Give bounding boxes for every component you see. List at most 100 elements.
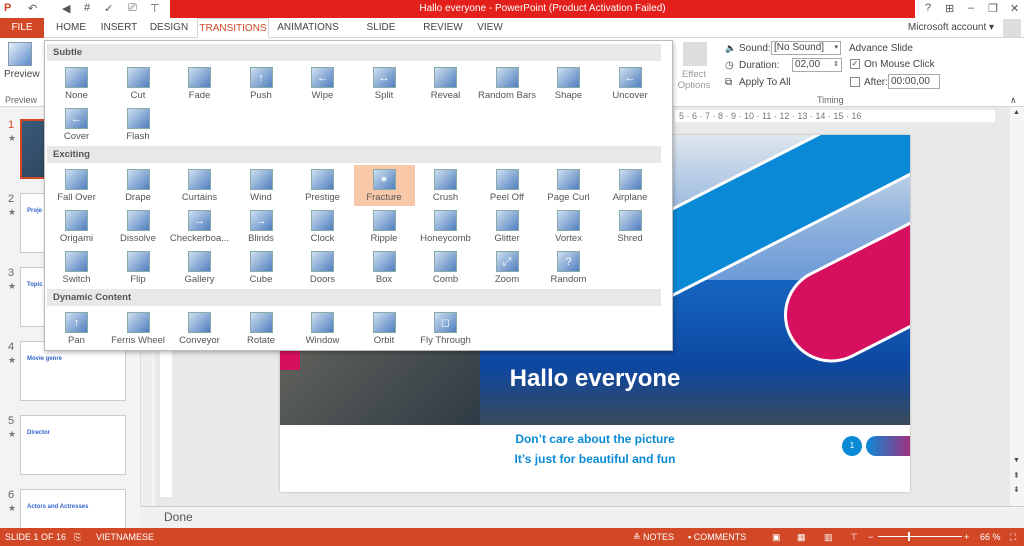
transition-clock[interactable]: Clock [292, 206, 353, 247]
transition-window[interactable]: Window [292, 308, 353, 349]
collapse-ribbon-icon[interactable]: ∧ [1010, 95, 1017, 106]
transition-gallery[interactable]: Gallery [169, 247, 230, 288]
transition-uncover[interactable]: ← Uncover [600, 63, 661, 104]
transition-comb[interactable]: Comb [415, 247, 476, 288]
next-slide-icon[interactable]: ⇟ [1013, 485, 1020, 494]
notes-text[interactable]: Done [164, 510, 193, 524]
transition-ferris-wheel[interactable]: Ferris Wheel [108, 308, 169, 349]
apply-to-all-button[interactable]: Apply To All [739, 77, 791, 88]
normal-view-icon[interactable]: ▣ [772, 528, 781, 546]
notes-pane[interactable]: Done [140, 506, 1024, 528]
transition-blinds[interactable]: → Blinds [231, 206, 292, 247]
tab-slide-show[interactable]: SLIDE SHOW [350, 18, 412, 53]
touch-mode-icon[interactable]: # [84, 2, 90, 14]
vertical-scrollbar[interactable]: ▲ ▼ ⇞ ⇟ [1010, 107, 1024, 507]
transition-cut[interactable]: Cut [108, 63, 169, 104]
transition-vortex[interactable]: Vortex [538, 206, 599, 247]
tab-file[interactable]: FILE [0, 18, 44, 38]
notes-button[interactable]: ≙ NOTES [633, 528, 674, 546]
slide-subtitle-1[interactable]: Don’t care about the picture [460, 432, 730, 446]
language[interactable]: VIETNAMESE [96, 528, 154, 546]
slide-thumbnail[interactable]: Actors and Actresses [20, 489, 126, 528]
transition-fly-through[interactable]: ◻ Fly Through [415, 308, 476, 349]
zoom-level[interactable]: 66 % [980, 528, 1001, 546]
transition-wind[interactable]: Wind [231, 165, 292, 206]
microsoft-account[interactable]: Microsoft account ▾ [905, 18, 997, 38]
transition-honeycomb[interactable]: Honeycomb [415, 206, 476, 247]
transition-prestige[interactable]: Prestige [292, 165, 353, 206]
restore-icon[interactable]: ❐ [988, 2, 998, 15]
transition-pan[interactable]: ↑ Pan [46, 308, 107, 349]
transition-fracture[interactable]: ✶ Fracture [353, 165, 415, 206]
tab-design[interactable]: DESIGN [146, 18, 192, 38]
transition-ripple[interactable]: Ripple [354, 206, 415, 247]
transition-random[interactable]: ? Random [538, 247, 599, 288]
fit-slide-icon[interactable]: ⛶ [1010, 528, 1016, 546]
on-mouse-click-checkbox[interactable]: ✓ [850, 59, 860, 69]
transition-peel-off[interactable]: Peel Off [477, 165, 538, 206]
transition-airplane[interactable]: Airplane [600, 165, 661, 206]
transition-conveyor[interactable]: Conveyor [169, 308, 230, 349]
undo-icon[interactable]: ↶ [28, 2, 37, 15]
zoom-slider-thumb[interactable] [908, 532, 910, 541]
transition-shred[interactable]: Shred [600, 206, 661, 247]
spell-check-icon[interactable]: ⎘ [74, 528, 81, 546]
transition-fall-over[interactable]: Fall Over [46, 165, 107, 206]
preview-icon[interactable] [8, 42, 32, 66]
preview-button[interactable]: Preview [4, 69, 40, 80]
transition-zoom[interactable]: ⤢ Zoom [477, 247, 538, 288]
transition-fade[interactable]: Fade [169, 63, 230, 104]
transition-doors[interactable]: Doors [292, 247, 353, 288]
zoom-slider[interactable] [878, 536, 962, 537]
transition-cover[interactable]: ← Cover [46, 104, 107, 145]
zoom-in-icon[interactable]: + [964, 528, 969, 546]
comments-button[interactable]: ▪ COMMENTS [688, 528, 746, 546]
transition-origami[interactable]: Origami [46, 206, 107, 247]
transition-checkerboa[interactable]: → Checkerboa... [169, 206, 230, 247]
transition-switch[interactable]: Switch [46, 247, 107, 288]
speaker-icon[interactable]: ◀ [62, 2, 70, 15]
transition-none[interactable]: None [46, 63, 107, 104]
transition-box[interactable]: Box [354, 247, 415, 288]
tab-transitions[interactable]: TRANSITIONS [197, 18, 269, 38]
spelling-icon[interactable]: ✓ [104, 2, 113, 15]
help-icon[interactable]: ? [925, 2, 931, 14]
after-checkbox[interactable] [850, 77, 860, 87]
tab-review[interactable]: REVIEW [420, 18, 466, 38]
transition-glitter[interactable]: Glitter [477, 206, 538, 247]
transition-dissolve[interactable]: Dissolve [108, 206, 169, 247]
transition-page-curl[interactable]: Page Curl [538, 165, 599, 206]
transition-flip[interactable]: Flip [108, 247, 169, 288]
slide-thumbnail[interactable]: Director [20, 415, 126, 475]
transition-wipe[interactable]: ← Wipe [292, 63, 353, 104]
close-icon[interactable]: ✕ [1010, 2, 1019, 15]
transition-split[interactable]: ↔ Split [354, 63, 415, 104]
transition-crush[interactable]: Crush [415, 165, 476, 206]
transition-push[interactable]: ↑ Push [231, 63, 292, 104]
transition-drape[interactable]: Drape [108, 165, 169, 206]
tab-insert[interactable]: INSERT [98, 18, 140, 38]
transition-random-bars[interactable]: Random Bars [477, 63, 538, 104]
previous-slide-icon[interactable]: ⇞ [1013, 471, 1020, 480]
scroll-up-icon[interactable]: ▲ [1013, 109, 1020, 116]
tab-animations[interactable]: ANIMATIONS [275, 18, 341, 38]
transition-orbit[interactable]: Orbit [354, 308, 415, 349]
slide-sorter-icon[interactable]: ▦ [797, 528, 806, 546]
transition-curtains[interactable]: Curtains [169, 165, 230, 206]
effect-options-button[interactable]: Effect Options [676, 69, 712, 91]
slideshow-view-icon[interactable]: ⊤ [850, 528, 858, 546]
transition-rotate[interactable]: Rotate [231, 308, 292, 349]
tab-view[interactable]: VIEW [472, 18, 508, 38]
zoom-out-icon[interactable]: − [868, 528, 873, 546]
duration-input[interactable]: 02,00 ⇕ [792, 58, 842, 72]
minimize-icon[interactable]: – [968, 2, 974, 14]
transition-reveal[interactable]: Reveal [415, 63, 476, 104]
sound-dropdown[interactable]: [No Sound] ▾ [771, 41, 841, 55]
transition-flash[interactable]: Flash [108, 104, 169, 145]
start-slideshow-icon[interactable]: ⊤ [150, 2, 160, 15]
reading-view-icon[interactable]: ▥ [824, 528, 833, 546]
after-time-input[interactable]: 00:00,00 [888, 74, 940, 89]
tab-home[interactable]: HOME [50, 18, 92, 38]
slide-subtitle-2[interactable]: It’s just for beautiful and fun [460, 452, 730, 466]
transition-cube[interactable]: Cube [231, 247, 292, 288]
